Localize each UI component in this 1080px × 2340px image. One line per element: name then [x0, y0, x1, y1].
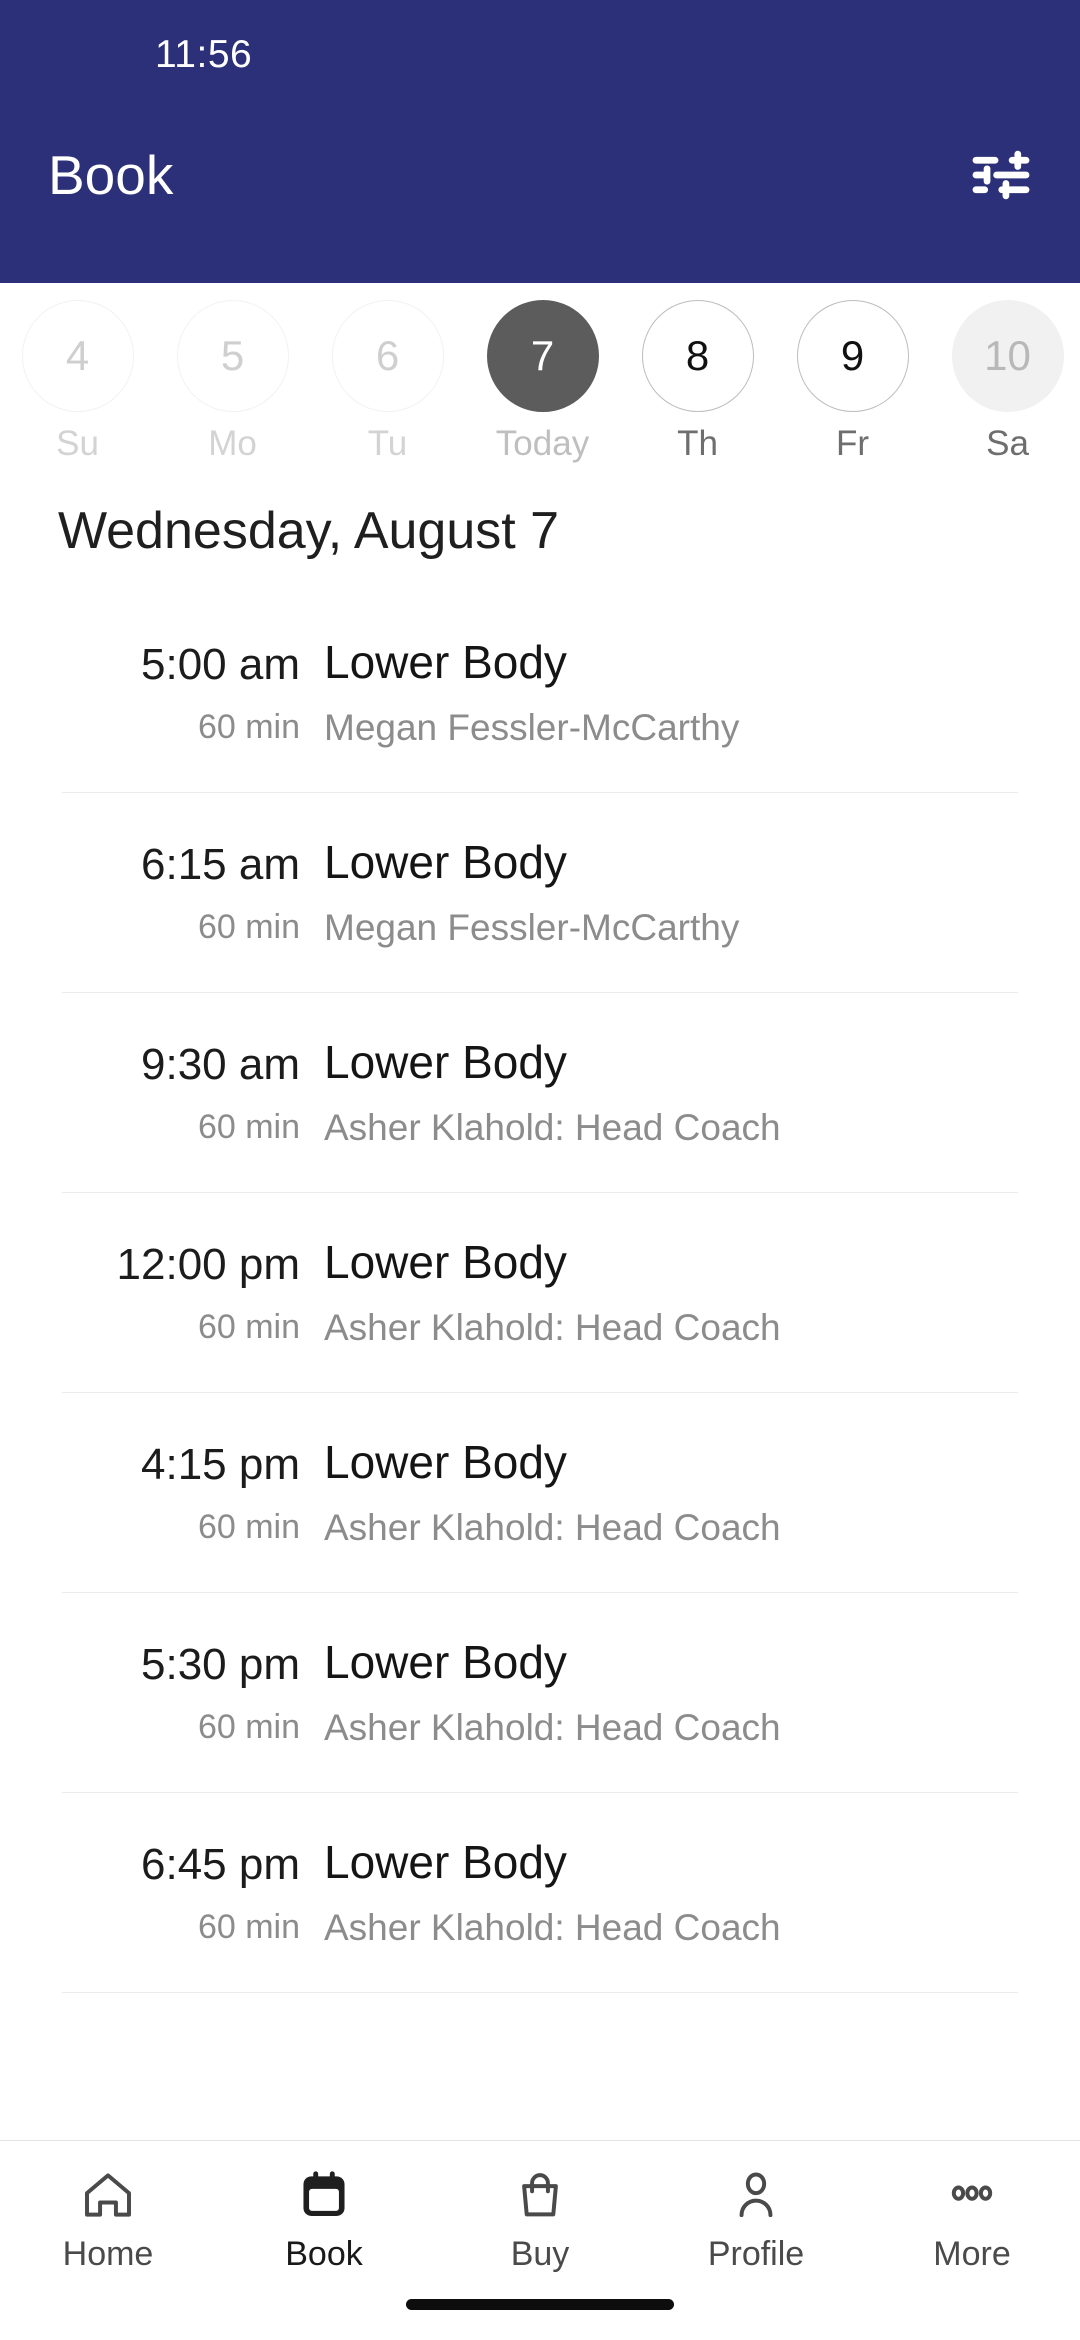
class-name: Lower Body — [324, 635, 567, 688]
class-time-block: 4:15 pm 60 min — [62, 1437, 324, 1549]
class-time: 6:15 am — [141, 839, 300, 889]
date-chip-number: 6 — [331, 300, 444, 412]
calendar-icon — [296, 2163, 352, 2227]
class-coach: Megan Fessler-McCarthy — [324, 706, 740, 748]
class-coach: Asher Klahold: Head Coach — [324, 1106, 781, 1148]
class-duration: 60 min — [197, 1707, 300, 1746]
class-time-block: 6:15 am 60 min — [62, 837, 324, 949]
date-chip-label: Fr — [835, 424, 870, 463]
date-chip-4[interactable]: 4 Su — [0, 300, 155, 461]
class-info-block: Lower Body Asher Klahold: Head Coach — [324, 1235, 1008, 1351]
date-chip-label: Today — [495, 424, 590, 463]
class-row[interactable]: 6:15 am 60 min Lower Body Megan Fessler-… — [62, 793, 1018, 993]
tab-book[interactable]: Book — [216, 2163, 432, 2271]
class-name: Lower Body — [324, 1235, 567, 1288]
class-info-block: Lower Body Megan Fessler-McCarthy — [324, 635, 1008, 751]
bag-icon — [512, 2163, 568, 2227]
date-chip-10[interactable]: 10 Sa — [930, 300, 1080, 461]
class-info-block: Lower Body Asher Klahold: Head Coach — [324, 1435, 1008, 1551]
class-name: Lower Body — [324, 1035, 567, 1088]
tab-label: More — [933, 2235, 1011, 2273]
class-info-block: Lower Body Asher Klahold: Head Coach — [324, 1835, 1008, 1951]
person-icon — [728, 2163, 784, 2227]
class-row[interactable]: 6:45 pm 60 min Lower Body Asher Klahold:… — [62, 1793, 1018, 1993]
date-chip-7-today[interactable]: 7 Today — [465, 300, 620, 461]
class-time: 5:30 pm — [141, 1639, 300, 1689]
class-time: 4:15 pm — [141, 1439, 300, 1489]
date-selector-strip[interactable]: 4 Su 5 Mo 6 Tu 7 Today 8 Th 9 Fr 10 Sa — [0, 283, 1080, 468]
tab-home[interactable]: Home — [0, 2163, 216, 2271]
class-duration: 60 min — [197, 707, 300, 746]
class-name: Lower Body — [324, 1635, 567, 1688]
date-chip-number: 5 — [176, 300, 289, 412]
home-indicator — [406, 2299, 674, 2310]
date-chip-9[interactable]: 9 Fr — [775, 300, 930, 461]
class-time-block: 12:00 pm 60 min — [62, 1237, 324, 1349]
class-info-block: Lower Body Asher Klahold: Head Coach — [324, 1035, 1008, 1151]
class-row[interactable]: 12:00 pm 60 min Lower Body Asher Klahold… — [62, 1193, 1018, 1393]
bottom-tab-bar: Home Book Buy Profile More — [0, 2140, 1080, 2340]
class-row[interactable]: 5:00 am 60 min Lower Body Megan Fessler-… — [62, 593, 1018, 793]
tab-label: Book — [285, 2235, 363, 2273]
tab-label: Profile — [707, 2235, 805, 2273]
date-chip-label: Mo — [208, 424, 257, 463]
date-chip-label: Th — [677, 424, 718, 463]
class-name: Lower Body — [324, 1435, 567, 1488]
class-coach: Megan Fessler-McCarthy — [324, 906, 740, 948]
class-info-block: Lower Body Megan Fessler-McCarthy — [324, 835, 1008, 951]
class-time: 9:30 am — [141, 1039, 300, 1089]
date-chip-number: 8 — [641, 300, 754, 412]
class-time: 12:00 pm — [116, 1239, 300, 1289]
app-header: 11:56 Book — [0, 0, 1080, 283]
tab-label: Home — [62, 2235, 154, 2273]
date-chip-label: Tu — [367, 424, 408, 463]
class-name: Lower Body — [324, 835, 567, 888]
tab-label: Buy — [510, 2235, 570, 2273]
date-chip-number: 9 — [796, 300, 909, 412]
tab-profile[interactable]: Profile — [648, 2163, 864, 2271]
class-name: Lower Body — [324, 1835, 567, 1888]
tab-more[interactable]: More — [864, 2163, 1080, 2271]
class-duration: 60 min — [197, 1307, 300, 1346]
class-info-block: Lower Body Asher Klahold: Head Coach — [324, 1635, 1008, 1751]
tab-buy[interactable]: Buy — [432, 2163, 648, 2271]
page-title: Book — [48, 143, 174, 206]
filter-icon[interactable] — [970, 149, 1032, 201]
date-chip-number: 4 — [21, 300, 134, 412]
class-list[interactable]: 5:00 am 60 min Lower Body Megan Fessler-… — [0, 593, 1080, 2140]
status-bar: 11:56 — [0, 0, 1080, 110]
class-time-block: 5:00 am 60 min — [62, 637, 324, 749]
date-chip-5[interactable]: 5 Mo — [155, 300, 310, 461]
date-chip-number: 7 — [486, 300, 599, 412]
class-time-block: 5:30 pm 60 min — [62, 1637, 324, 1749]
class-row[interactable]: 5:30 pm 60 min Lower Body Asher Klahold:… — [62, 1593, 1018, 1793]
class-duration: 60 min — [197, 907, 300, 946]
class-coach: Asher Klahold: Head Coach — [324, 1306, 781, 1348]
date-chip-label: Sa — [986, 424, 1029, 463]
app-screen: 11:56 Book 4 Su 5 Mo 6 Tu 7 Today 8 Th 9… — [0, 0, 1080, 2340]
class-coach: Asher Klahold: Head Coach — [324, 1706, 781, 1748]
class-duration: 60 min — [197, 1107, 300, 1146]
class-time: 5:00 am — [141, 639, 300, 689]
class-coach: Asher Klahold: Head Coach — [324, 1906, 781, 1948]
app-bar: Book — [0, 110, 1080, 240]
class-duration: 60 min — [197, 1907, 300, 1946]
date-chip-number: 10 — [951, 300, 1064, 412]
class-time-block: 6:45 pm 60 min — [62, 1837, 324, 1949]
class-coach: Asher Klahold: Head Coach — [324, 1506, 781, 1548]
home-icon — [80, 2163, 136, 2227]
status-bar-clock: 11:56 — [155, 33, 253, 76]
date-chip-6[interactable]: 6 Tu — [310, 300, 465, 461]
class-row[interactable]: 4:15 pm 60 min Lower Body Asher Klahold:… — [62, 1393, 1018, 1593]
date-chip-label: Su — [56, 424, 99, 463]
class-time-block: 9:30 am 60 min — [62, 1037, 324, 1149]
class-row[interactable]: 9:30 am 60 min Lower Body Asher Klahold:… — [62, 993, 1018, 1193]
class-time: 6:45 pm — [141, 1839, 300, 1889]
ellipsis-icon — [944, 2163, 1000, 2227]
class-duration: 60 min — [197, 1507, 300, 1546]
selected-date-heading: Wednesday, August 7 — [58, 501, 560, 560]
date-chip-8[interactable]: 8 Th — [620, 300, 775, 461]
